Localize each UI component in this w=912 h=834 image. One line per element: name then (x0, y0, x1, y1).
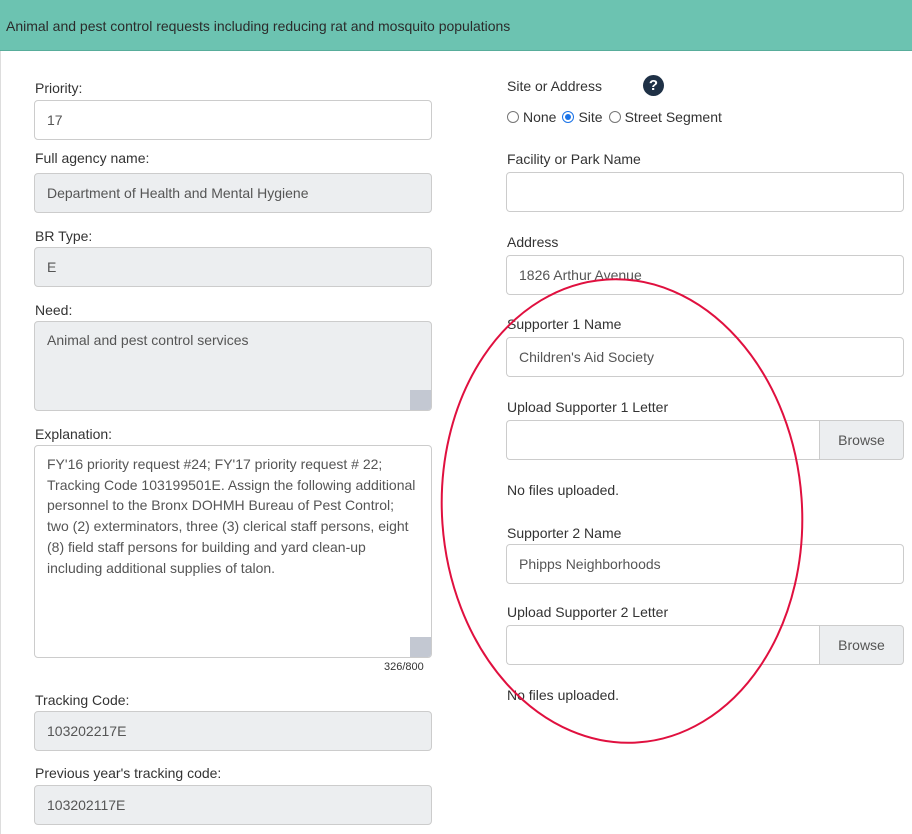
tracking-code-label: Tracking Code: (35, 692, 130, 708)
panel-header: Animal and pest control requests includi… (0, 0, 912, 51)
facility-input[interactable] (506, 172, 904, 212)
site-address-options: None Site Street Segment (507, 109, 728, 125)
help-icon[interactable]: ? (643, 75, 664, 96)
upload1-label: Upload Supporter 1 Letter (507, 399, 669, 415)
supporter2-input[interactable]: Phipps Neighborhoods (506, 544, 904, 584)
prev-tracking-label: Previous year's tracking code: (35, 765, 222, 781)
explanation-text: FY'16 priority request #24; FY'17 priori… (47, 456, 416, 576)
resize-handle[interactable] (410, 390, 431, 410)
upload1-file-input[interactable] (506, 420, 819, 460)
upload2-status: No files uploaded. (507, 687, 620, 703)
explanation-textarea[interactable]: FY'16 priority request #24; FY'17 priori… (34, 445, 432, 658)
br-type-field: E (34, 247, 432, 287)
upload2-group: Browse (506, 625, 904, 665)
char-counter: 326/800 (384, 661, 424, 673)
agency-field: Department of Health and Mental Hygiene (34, 173, 432, 213)
facility-label: Facility or Park Name (507, 151, 641, 167)
agency-label: Full agency name: (35, 150, 150, 166)
upload1-group: Browse (506, 420, 904, 460)
priority-label: Priority: (35, 80, 83, 96)
supporter2-label: Supporter 2 Name (507, 525, 622, 541)
address-label: Address (507, 234, 559, 250)
radio-none-label: None (523, 109, 557, 125)
resize-handle[interactable] (410, 637, 431, 657)
radio-none[interactable] (507, 111, 519, 123)
need-label: Need: (35, 302, 73, 318)
panel-left-border (0, 51, 1, 834)
upload1-status: No files uploaded. (507, 482, 620, 498)
site-address-label: Site or Address (507, 78, 602, 94)
explanation-label: Explanation: (35, 426, 113, 442)
radio-street-segment-label: Street Segment (624, 109, 722, 125)
need-field: Animal and pest control services (34, 321, 432, 411)
priority-input[interactable]: 17 (34, 100, 432, 140)
upload2-browse-button[interactable]: Browse (819, 625, 904, 665)
tracking-code-field: 103202217E (34, 711, 432, 751)
prev-tracking-field: 103202117E (34, 785, 432, 825)
upload1-browse-button[interactable]: Browse (819, 420, 904, 460)
supporter1-input[interactable]: Children's Aid Society (506, 337, 904, 377)
address-input[interactable]: 1826 Arthur Avenue (506, 255, 904, 295)
upload2-label: Upload Supporter 2 Letter (507, 604, 669, 620)
upload2-file-input[interactable] (506, 625, 819, 665)
radio-site-label: Site (578, 109, 603, 125)
br-type-label: BR Type: (35, 228, 93, 244)
radio-street-segment[interactable] (608, 111, 621, 123)
panel-title: Animal and pest control requests includi… (6, 18, 511, 34)
need-text: Animal and pest control services (47, 332, 249, 348)
radio-site[interactable] (562, 111, 575, 123)
supporter1-label: Supporter 1 Name (507, 316, 622, 332)
